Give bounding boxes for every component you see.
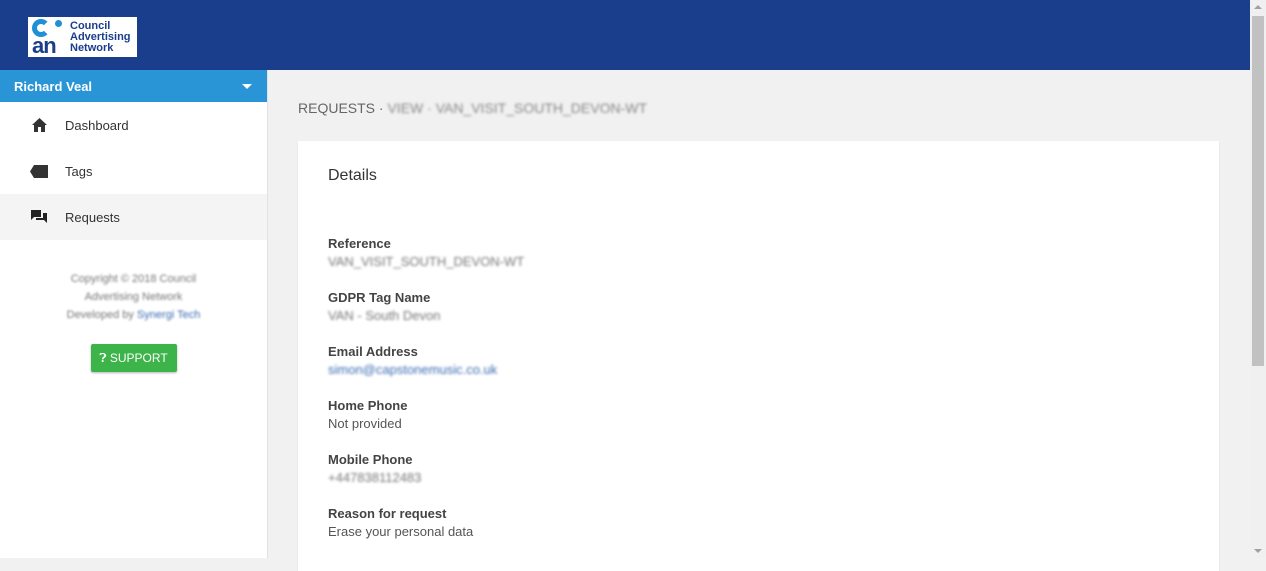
top-header: an Council Advertising Network [0, 0, 1250, 70]
sidebar-item-requests[interactable]: Requests [0, 194, 267, 240]
sidebar-item-dashboard[interactable]: Dashboard [0, 102, 267, 148]
sidebar-item-label: Dashboard [65, 117, 129, 133]
field-reference: Reference VAN_VISIT_SOUTH_DEVON-WT [328, 236, 525, 269]
sidebar-item-label: Requests [65, 209, 120, 225]
field-home-phone: Home Phone Not provided [328, 398, 408, 431]
sidebar: Richard Veal Dashboard Tags Requests Cop… [0, 70, 268, 558]
details-card: Details Reference VAN_VISIT_SOUTH_DEVON-… [298, 141, 1219, 571]
card-title: Details [328, 167, 377, 184]
field-mobile-phone: Mobile Phone +447838112483 [328, 452, 422, 485]
user-menu-toggle[interactable]: Richard Veal [0, 70, 267, 102]
caret-down-icon [242, 84, 252, 89]
logo-mark: an [28, 17, 70, 58]
sidebar-item-tags[interactable]: Tags [0, 148, 267, 194]
main-content: REQUESTS · VIEW · VAN_VISIT_SOUTH_DEVON-… [269, 70, 1250, 571]
developer-link[interactable]: Synergi Tech [137, 309, 200, 321]
field-reason-for-request: Reason for request Erase your personal d… [328, 506, 474, 539]
sidebar-item-label: Tags [65, 163, 93, 179]
chat-icon [30, 208, 48, 226]
page-scrollbar[interactable] [1250, 0, 1266, 558]
developed-by-label: Developed by [66, 309, 134, 321]
field-gdpr-tag-name: GDPR Tag Name VAN - South Devon [328, 290, 441, 323]
field-email-address: Email Address simon@capstonemusic.co.uk [328, 344, 498, 377]
tag-icon [30, 162, 48, 180]
scroll-thumb[interactable] [1252, 16, 1264, 366]
council-advertising-network-logo[interactable]: an Council Advertising Network [28, 17, 137, 58]
scroll-down-arrow-icon[interactable] [1254, 549, 1262, 553]
home-icon [30, 116, 48, 134]
email-link[interactable]: simon@capstonemusic.co.uk [328, 362, 497, 377]
support-button[interactable]: ❓︎ SUPPORT [90, 344, 177, 372]
logo-text: Council Advertising Network [70, 19, 131, 54]
help-icon: ❓︎ [99, 350, 107, 365]
scroll-up-arrow-icon[interactable] [1254, 5, 1262, 9]
breadcrumb: REQUESTS · VIEW · VAN_VISIT_SOUTH_DEVON-… [298, 100, 648, 116]
copyright-text: Copyright © 2018 Council Advertising Net… [66, 273, 201, 321]
user-name: Richard Veal [14, 78, 93, 94]
